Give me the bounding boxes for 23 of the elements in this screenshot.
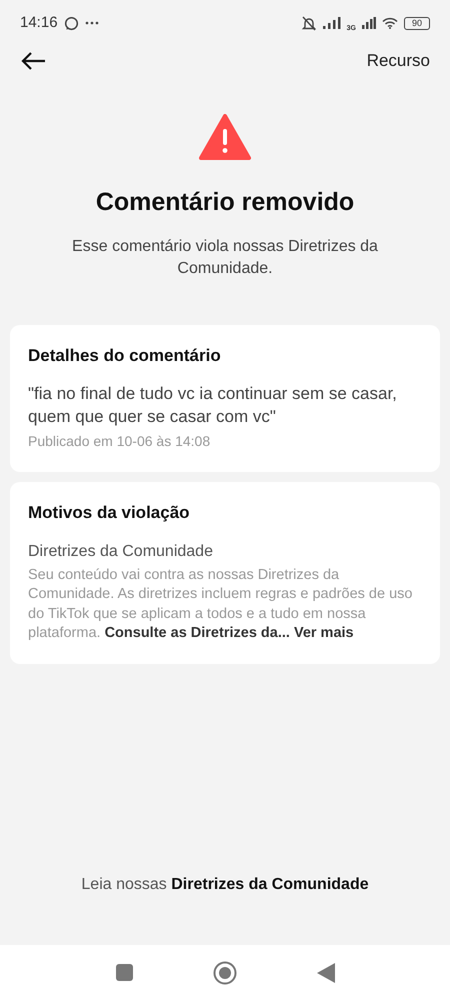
wifi-icon bbox=[382, 17, 398, 29]
warning-icon bbox=[199, 114, 251, 160]
guidelines-link[interactable]: Leia nossas Diretrizes da Comunidade bbox=[0, 873, 450, 897]
signal-icon bbox=[322, 17, 341, 29]
back-icon[interactable] bbox=[316, 962, 334, 982]
home-icon[interactable] bbox=[212, 960, 236, 984]
violation-description: Seu conteúdo vai contra as nossas Diretrizes da Comunidade. As diretrizes incluem regras e padrões de uso do TikTok que se aplicam a todos e a tudo em nossa plataforma. Consulte as Diretrizes da... Ver mais bbox=[28, 566, 414, 643]
status-time: 14:16 bbox=[20, 12, 58, 33]
appeal-button[interactable]: Recurso bbox=[366, 48, 430, 74]
card-title: Motivos da violação bbox=[28, 502, 191, 524]
comment-text: "fia no final de tudo vc ia continuar sem se casar, quem que quer se casar com vc" bbox=[28, 383, 398, 428]
notice-subtitle: Esse comentário viola nossas Diretrizes da Comunidade. bbox=[71, 236, 379, 278]
back-arrow-icon[interactable] bbox=[20, 51, 46, 71]
muted-bell-icon bbox=[300, 16, 317, 30]
recents-icon[interactable] bbox=[116, 964, 132, 981]
battery-indicator: 90 bbox=[404, 16, 430, 30]
more-icon bbox=[84, 21, 99, 25]
notice-title: Comentário removido bbox=[96, 187, 354, 218]
policy-name: Diretrizes da Comunidade bbox=[28, 542, 214, 562]
card-title: Detalhes do comentário bbox=[28, 344, 222, 366]
signal-icon bbox=[362, 17, 376, 29]
posted-date: Publicado em 10-06 às 14:08 bbox=[28, 432, 212, 451]
chat-bubble-icon bbox=[64, 16, 79, 30]
